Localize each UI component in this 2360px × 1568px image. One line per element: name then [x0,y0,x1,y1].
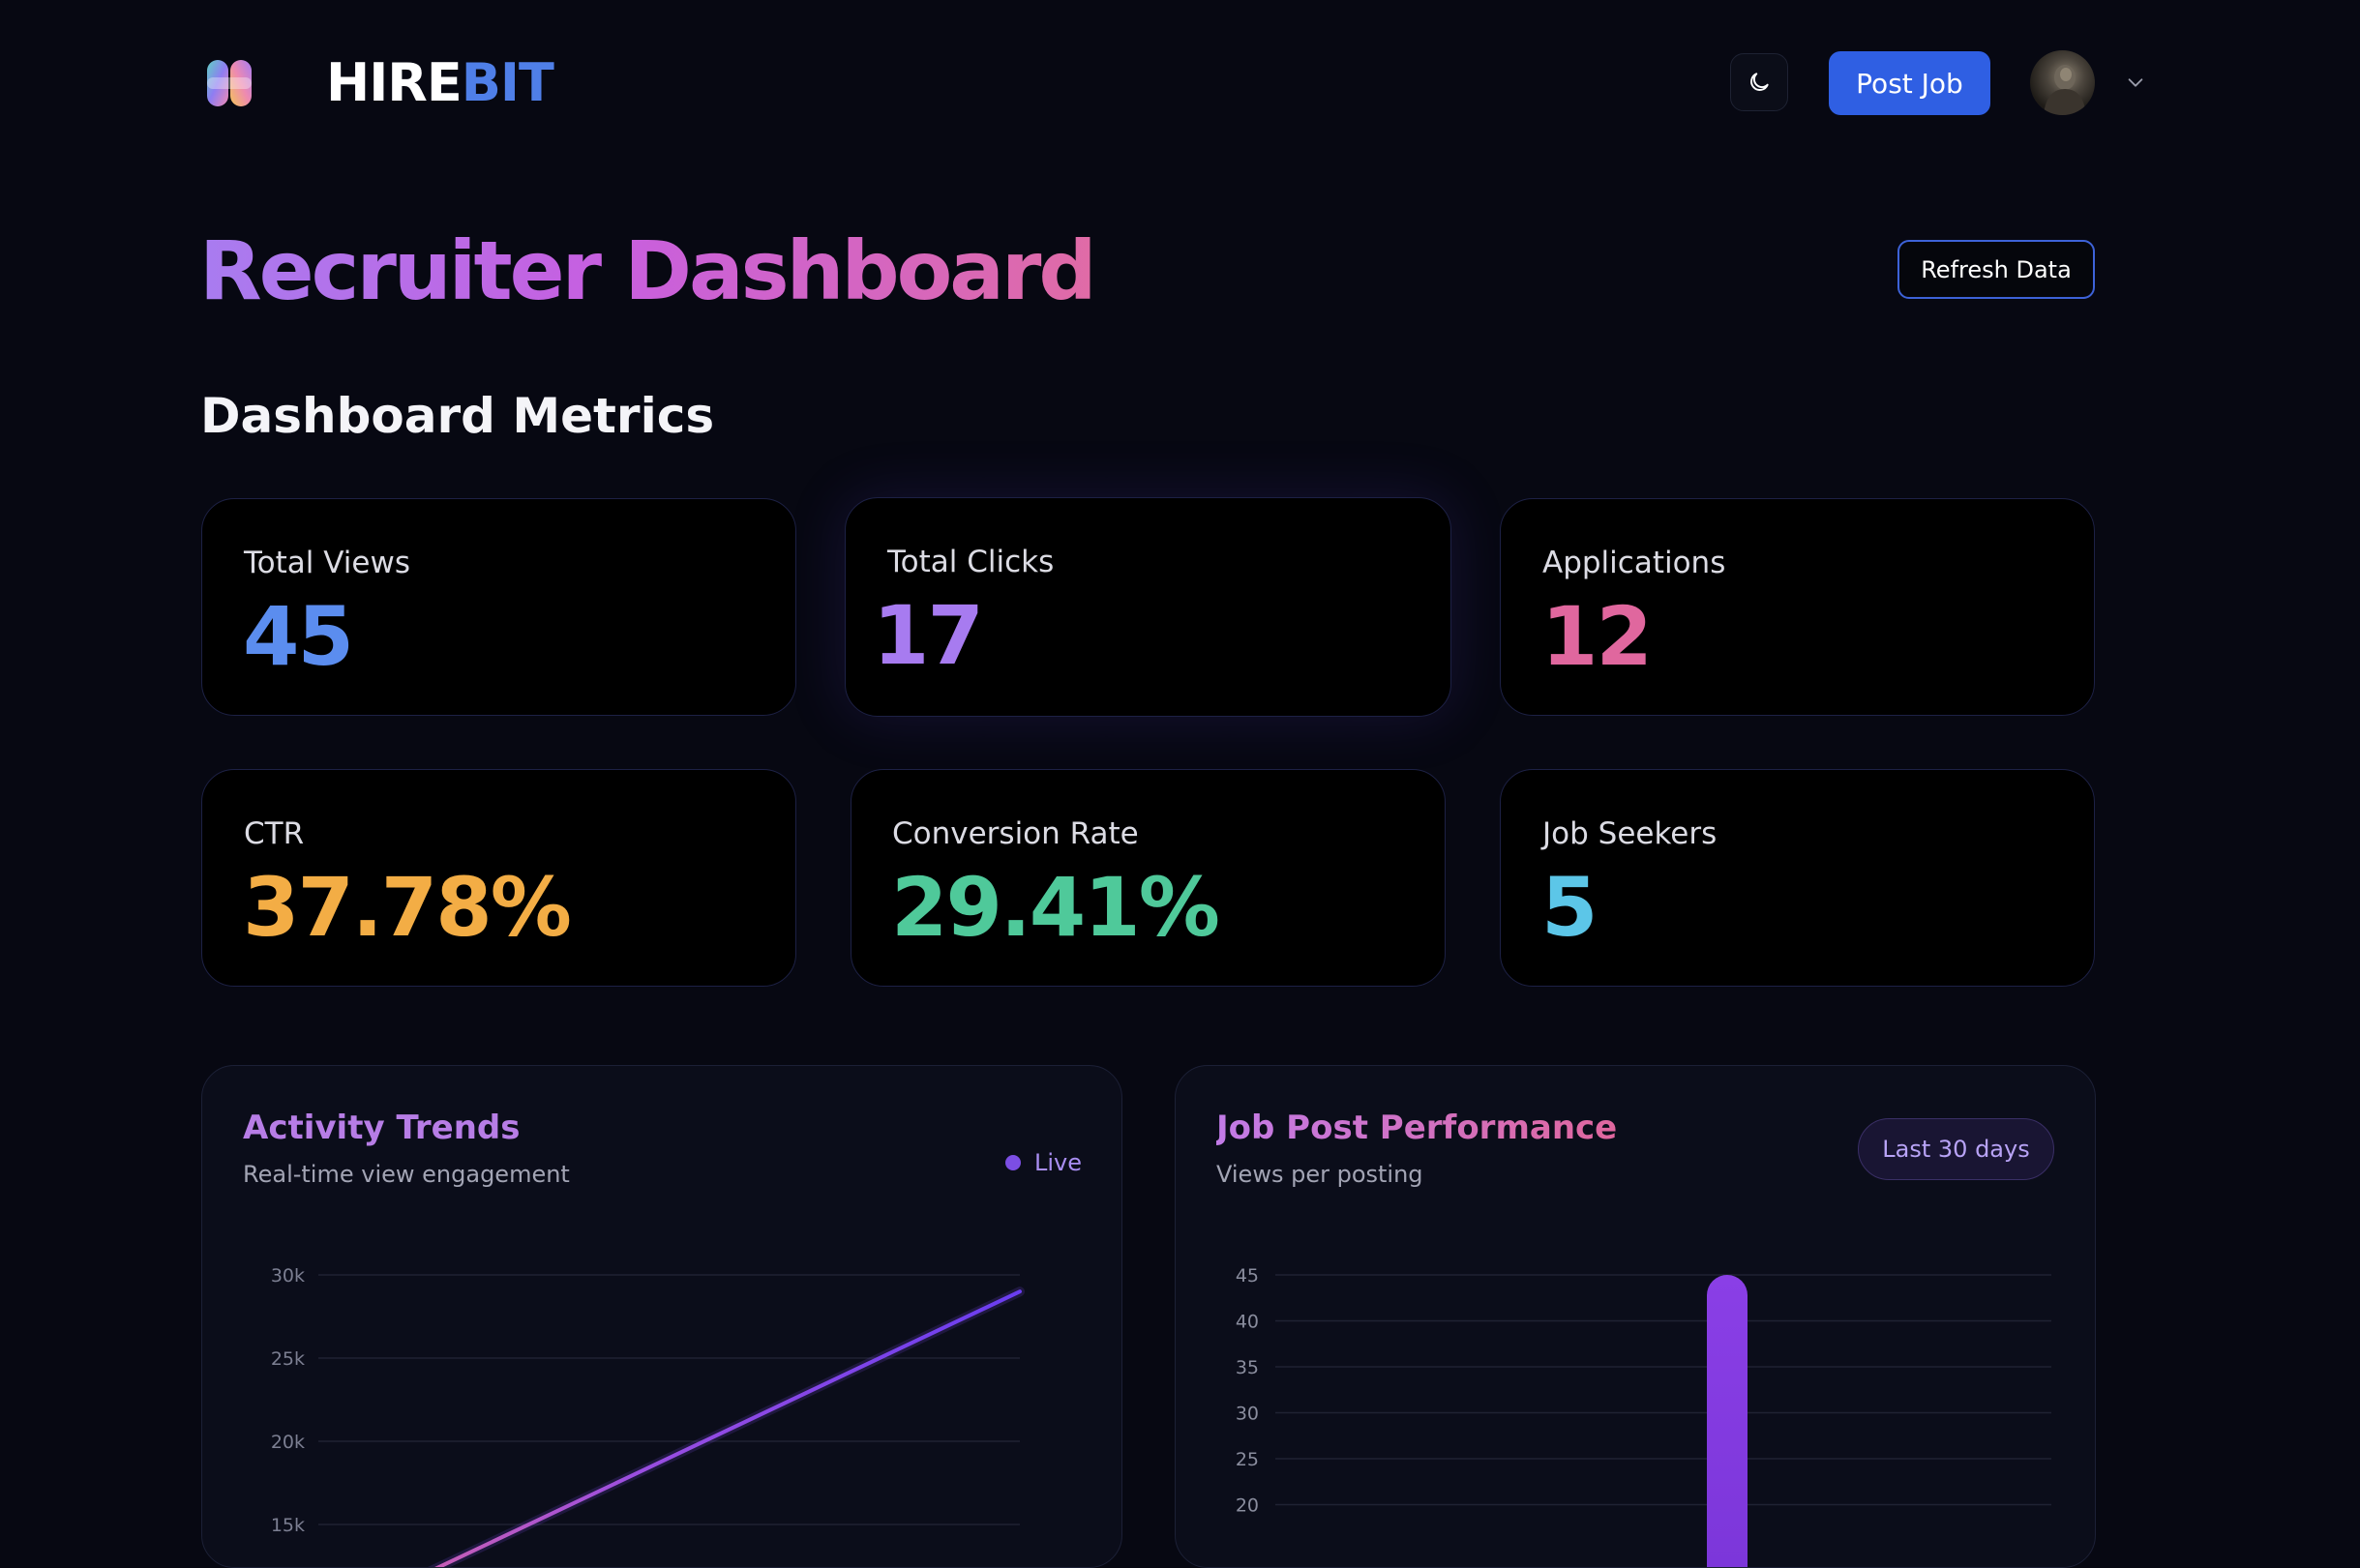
bar[interactable] [1707,1275,1748,1568]
y-tick-label: 20k [271,1432,305,1453]
y-tick-label: 30 [1236,1404,1259,1425]
metric-value: 37.78% [243,860,572,955]
y-tick-label: 40 [1236,1312,1259,1333]
brand-part-bit: BIT [461,52,554,113]
theme-toggle-button[interactable] [1730,53,1788,111]
metric-label: CTR [244,816,305,851]
activity-trends-panel: Activity Trends Real-time view engagemen… [201,1065,1122,1568]
brand-part-hire: HIRE [326,52,463,113]
y-tick-label: 25k [271,1348,305,1370]
metric-label: Conversion Rate [892,816,1139,851]
metric-label: Total Clicks [887,545,1055,579]
moon-icon [1750,73,1769,91]
series-line [434,1289,1022,1567]
brand-wordmark[interactable]: HIREBIT [326,52,554,114]
refresh-data-button[interactable]: Refresh Data [1897,240,2095,299]
metric-value: 12 [1541,589,1653,684]
y-tick-label: 45 [1236,1265,1259,1287]
metric-card-conversion-rate: Conversion Rate 29.41% [851,769,1446,987]
section-title: Dashboard Metrics [200,388,715,444]
account-menu-toggle[interactable] [2125,72,2146,93]
y-tick-label: 15k [271,1515,305,1536]
job-post-performance-panel: Job Post Performance Views per posting L… [1175,1065,2096,1568]
metric-value: 17 [873,588,984,683]
y-tick-label: 35 [1236,1357,1259,1378]
metric-card-total-clicks: Total Clicks 17 [845,497,1451,717]
post-job-button[interactable]: Post Job [1829,51,1990,115]
metric-card-job-seekers: Job Seekers 5 [1500,769,2095,987]
avatar[interactable] [2030,50,2095,115]
metric-label: Total Views [244,546,410,580]
hirebit-logo-icon[interactable] [205,58,254,108]
chevron-down-icon [2128,78,2143,87]
metric-value: 45 [243,589,354,684]
metric-card-ctr: CTR 37.78% [201,769,796,987]
y-tick-label: 20 [1236,1495,1259,1517]
y-tick-label: 25 [1236,1449,1259,1470]
page-title: Recruiter Dashboard [199,221,1097,321]
metric-card-applications: Applications 12 [1500,498,2095,716]
y-tick-label: 30k [271,1265,305,1287]
metric-label: Job Seekers [1542,816,1718,851]
job-post-bar-chart: 45 40 35 30 25 20 [1236,1265,2051,1568]
metric-value: 29.41% [891,860,1220,955]
metric-card-total-views: Total Views 45 [201,498,796,716]
series-line-glow [428,1287,1025,1567]
metric-value: 5 [1541,860,1598,955]
metric-label: Applications [1542,546,1726,580]
activity-line-chart: 30k 25k 20k 15k [271,1265,1025,1567]
